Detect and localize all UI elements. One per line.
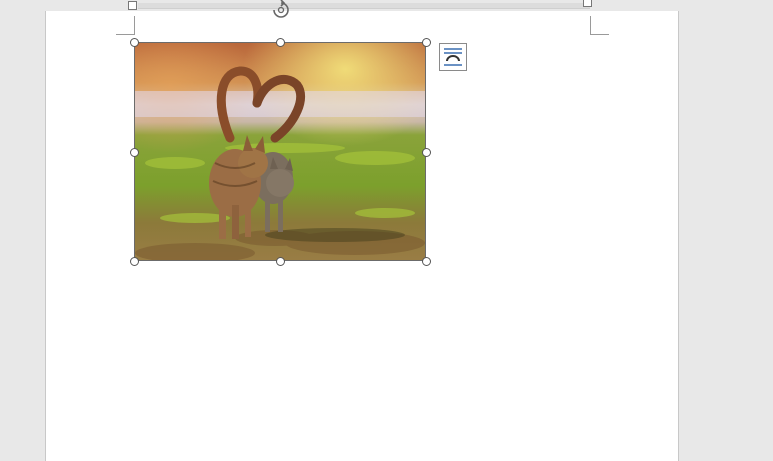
ruler-track xyxy=(138,3,590,9)
resize-handle-middle-left[interactable] xyxy=(130,148,139,157)
resize-handle-bottom-left[interactable] xyxy=(130,257,139,266)
resize-handle-top-left[interactable] xyxy=(130,38,139,47)
ruler xyxy=(0,0,773,11)
layout-options-button[interactable] xyxy=(439,43,467,71)
selected-image[interactable] xyxy=(134,42,426,261)
resize-handle-bottom-center[interactable] xyxy=(276,257,285,266)
cats-photo xyxy=(135,43,425,260)
resize-handle-middle-right[interactable] xyxy=(422,148,431,157)
right-indent-marker[interactable] xyxy=(583,0,592,7)
layout-options-icon xyxy=(444,48,462,66)
rotate-handle-icon[interactable] xyxy=(270,0,292,18)
margin-mark-top-right xyxy=(590,16,609,35)
resize-handle-top-center[interactable] xyxy=(276,38,285,47)
resize-handle-bottom-right[interactable] xyxy=(422,257,431,266)
margin-mark-top-left xyxy=(116,16,135,35)
resize-handle-top-right[interactable] xyxy=(422,38,431,47)
left-indent-marker[interactable] xyxy=(128,1,137,10)
